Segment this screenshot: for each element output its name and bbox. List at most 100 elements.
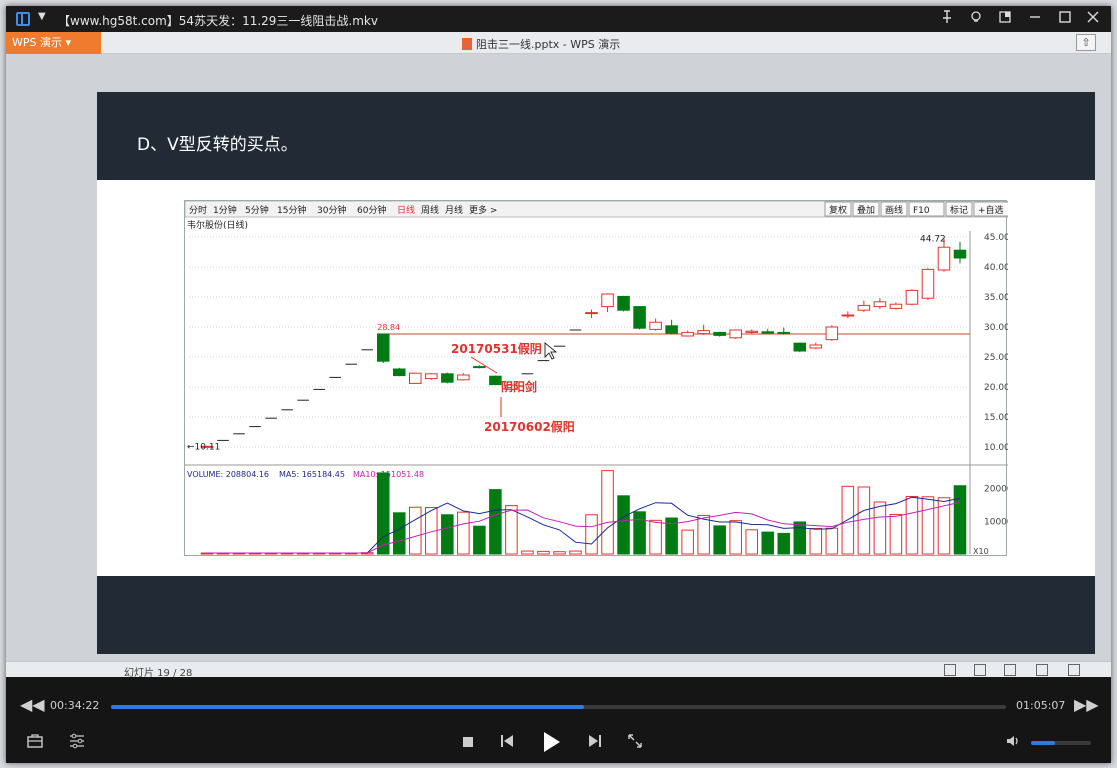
rewind-icon[interactable]: ◀◀ (20, 695, 45, 717)
candle-body (937, 246, 951, 271)
maximize-icon[interactable] (1056, 10, 1074, 28)
candle-body (905, 289, 919, 305)
volume-bar (409, 506, 422, 555)
chart-tool-label: +自选 (978, 204, 1004, 216)
candle-body (889, 303, 903, 309)
volume-bar (633, 511, 646, 555)
chart-tool-label: 画线 (885, 204, 903, 216)
wps-titlebar: WPS 演示 ▾ 阻击三一线.pptx - WPS 演示 ⇧ (6, 32, 1111, 54)
miniplayer-icon[interactable] (996, 10, 1014, 28)
period-tab[interactable]: 5分钟 (245, 204, 269, 216)
wps-exit-fullscreen-icon[interactable]: ⇧ (1076, 34, 1096, 51)
player-logo-icon[interactable] (16, 12, 30, 26)
price-tick-label: 45.00 (984, 233, 1008, 243)
candle-body (489, 375, 502, 386)
volume-bar (905, 495, 919, 555)
candle-body (713, 331, 726, 336)
volume-bar (745, 529, 758, 555)
candle-body (585, 312, 598, 315)
video-player-window: ▼ 【www.hg58t.com】54苏天发：11.29三一线阻击战.mkv W… (6, 6, 1111, 763)
candle-body (392, 368, 406, 377)
next-icon[interactable] (584, 733, 606, 755)
period-tab[interactable]: 月线 (445, 204, 463, 216)
candle-body (601, 293, 614, 308)
volume-bar (392, 512, 406, 555)
sorter-view-icon[interactable] (1068, 664, 1080, 676)
play-icon[interactable] (538, 730, 564, 756)
candle-body (825, 326, 839, 341)
period-tab[interactable]: 60分钟 (357, 204, 386, 216)
fullscreen-icon[interactable] (624, 733, 646, 755)
candle-body (633, 306, 646, 329)
period-tab[interactable]: 分时 (189, 204, 207, 216)
resistance-label: 28.84 (377, 323, 400, 332)
prev-slide-icon[interactable] (944, 664, 956, 676)
volume-bar (521, 550, 534, 555)
volume-bar (713, 525, 726, 555)
price-tick-label: 40.00 (984, 263, 1008, 273)
volume-bar (729, 520, 742, 555)
volume-slider[interactable] (1031, 741, 1091, 745)
candle-body (729, 329, 742, 339)
volume-bar (777, 532, 791, 555)
player-controls: ◀◀ 00:34:22 01:05:07 ▶▶ (6, 677, 1111, 763)
volume-bar (793, 521, 807, 555)
candle-body (777, 331, 791, 334)
fast-forward-icon[interactable]: ▶▶ (1074, 695, 1099, 717)
chart-tool-label: F10 (913, 206, 930, 216)
settings-sliders-icon[interactable] (66, 733, 88, 755)
price-tick-label: 10.00 (984, 443, 1008, 453)
slide: D、V型反转的买点。 分时 1分钟 5分钟 15分钟 30分钟 60分钟 日线 周线 月线 更多 … (97, 92, 1095, 654)
volume-tick-label: 20000 (984, 485, 1008, 495)
minimize-icon[interactable] (1026, 10, 1044, 28)
playlist-icon[interactable] (24, 733, 46, 755)
period-tab[interactable]: 更多 > (469, 204, 497, 216)
slide-list-icon[interactable] (974, 664, 986, 676)
volume-bar (585, 514, 598, 555)
total-time: 01:05:07 (1016, 699, 1066, 712)
stock-chart-svg: 分时 1分钟 5分钟 15分钟 30分钟 60分钟 日线 周线 月线 更多 > 复权 叠加 画线 F10 标… (185, 201, 1008, 556)
volume-bar (697, 514, 710, 555)
volume-bar (809, 528, 823, 555)
volume-icon[interactable] (1002, 733, 1024, 755)
candle-body (457, 374, 470, 381)
slide-title: D、V型反转的买点。 (137, 135, 298, 155)
period-tab[interactable]: 30分钟 (317, 204, 346, 216)
candle-body (745, 330, 758, 333)
previous-icon[interactable] (496, 733, 518, 755)
wps-statusbar: 幻灯片 19 / 28 (6, 661, 1111, 677)
seek-progress (111, 705, 584, 709)
volume-bar (681, 529, 694, 555)
period-tab[interactable]: 周线 (421, 204, 439, 216)
chart-tool-label: 叠加 (857, 205, 875, 216)
price-tick-label: 35.00 (984, 293, 1008, 303)
stop-icon[interactable] (457, 733, 479, 755)
seek-bar[interactable] (111, 705, 1006, 709)
period-tab[interactable]: 日线 (397, 204, 415, 216)
candle-body (921, 268, 935, 299)
volume-bar (569, 550, 582, 555)
volume-bar (617, 495, 630, 555)
candle-body (841, 314, 855, 317)
period-tab[interactable]: 15分钟 (277, 204, 306, 216)
candle-body (409, 372, 422, 384)
volume-unit-label: X10 (973, 547, 989, 556)
pptx-file-icon (462, 38, 472, 50)
wps-app-button[interactable]: WPS 演示 ▾ (6, 32, 101, 54)
next-slide-icon[interactable] (1004, 664, 1016, 676)
normal-view-icon[interactable] (1036, 664, 1048, 676)
lightbulb-icon[interactable] (967, 10, 985, 28)
annotation-arrow (470, 356, 498, 374)
volume-bar (505, 505, 518, 555)
candle-body (873, 301, 887, 308)
close-icon[interactable] (1084, 10, 1102, 28)
candle-body (697, 330, 710, 335)
pin-icon[interactable] (938, 10, 956, 28)
main-menu-dropdown-icon[interactable]: ▼ (38, 11, 46, 22)
period-tab[interactable]: 1分钟 (213, 204, 237, 216)
candle-body (473, 366, 486, 369)
chart-tool-label: 标记 (950, 204, 968, 216)
video-frame[interactable]: WPS 演示 ▾ 阻击三一线.pptx - WPS 演示 ⇧ D、V型反转的买点… (6, 32, 1111, 677)
candle-body (425, 373, 438, 380)
title-bar[interactable]: ▼ 【www.hg58t.com】54苏天发：11.29三一线阻击战.mkv (6, 6, 1111, 32)
